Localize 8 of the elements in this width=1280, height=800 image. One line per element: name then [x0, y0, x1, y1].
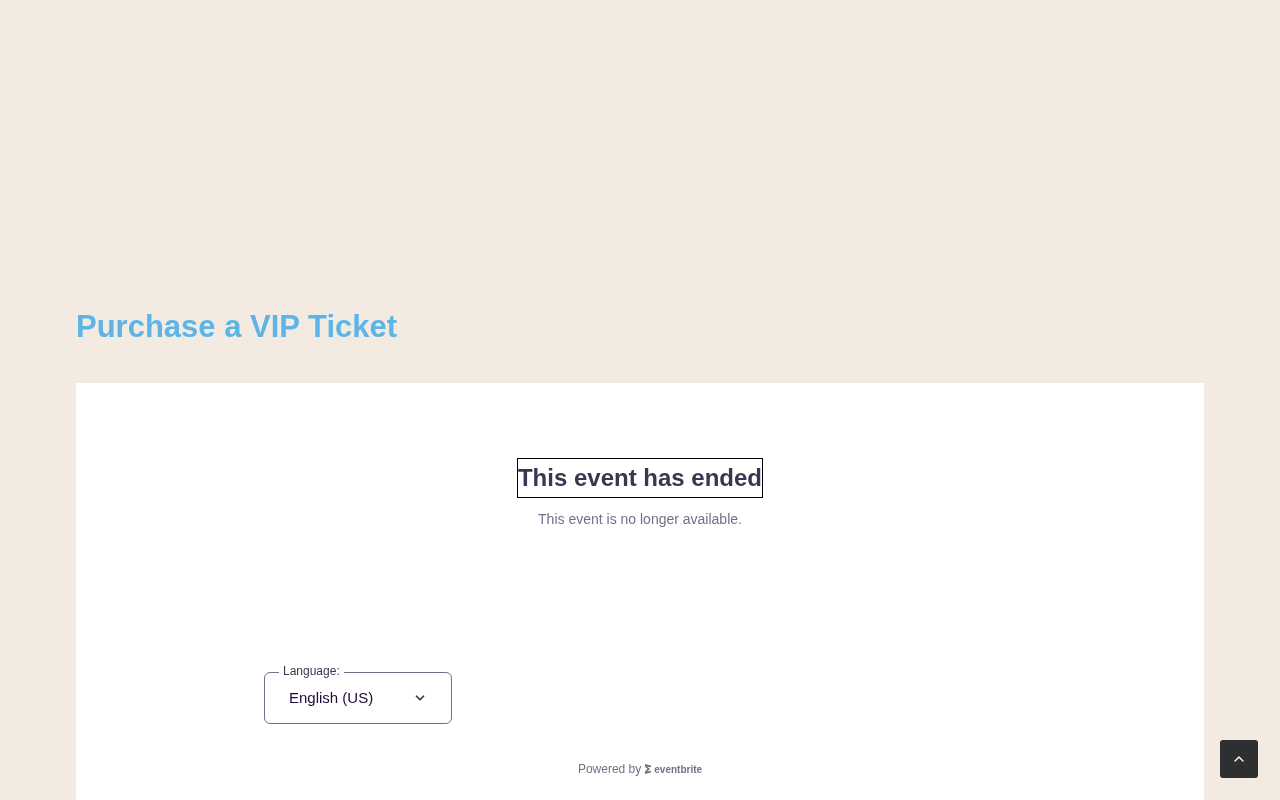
page-title: Purchase a VIP Ticket [76, 308, 398, 346]
language-label: Language: [279, 664, 344, 678]
powered-by-text: Powered by [577, 761, 642, 778]
eventbrite-logo-link[interactable]: eventbrite [644, 761, 703, 777]
logo-icon [644, 764, 653, 774]
scroll-to-top-button[interactable] [1220, 740, 1258, 778]
notice-message: This event is no longer available. [538, 510, 742, 528]
notice-heading: This event has ended [516, 458, 764, 498]
